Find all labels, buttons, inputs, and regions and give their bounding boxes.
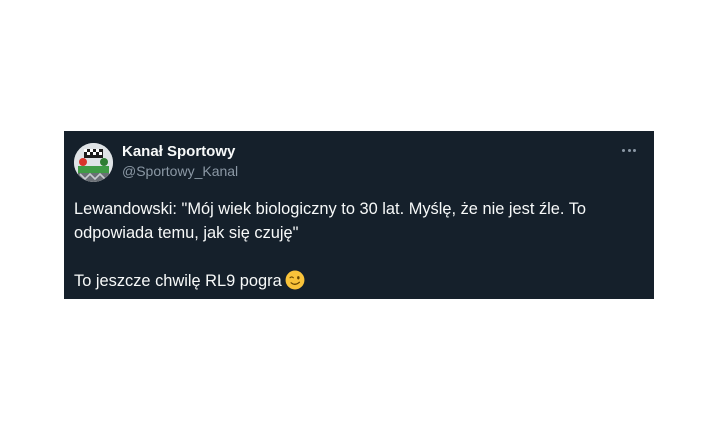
kanal-sportowy-logo-icon [74,143,113,182]
more-options-button[interactable] [618,141,640,159]
tweet-card[interactable]: Kanał Sportowy @Sportowy_Kanal Lewandows… [64,131,654,299]
author-handle[interactable]: @Sportowy_Kanal [122,163,238,179]
tweet-text-paragraph-2: To jeszcze chwilę RL9 pogra [74,269,644,293]
tweet-text-paragraph-1: Lewandowski: "Mój wiek biologiczny to 30… [74,200,587,242]
tweet-text-paragraph-2-text: To jeszcze chwilę RL9 pogra [74,272,282,290]
author-avatar[interactable] [74,143,113,182]
tweet-text: Lewandowski: "Mój wiek biologiczny to 30… [74,197,644,293]
ellipsis-horizontal-icon [622,148,626,152]
winking-face-emoji-icon [285,270,305,290]
author-name[interactable]: Kanał Sportowy [122,143,235,160]
